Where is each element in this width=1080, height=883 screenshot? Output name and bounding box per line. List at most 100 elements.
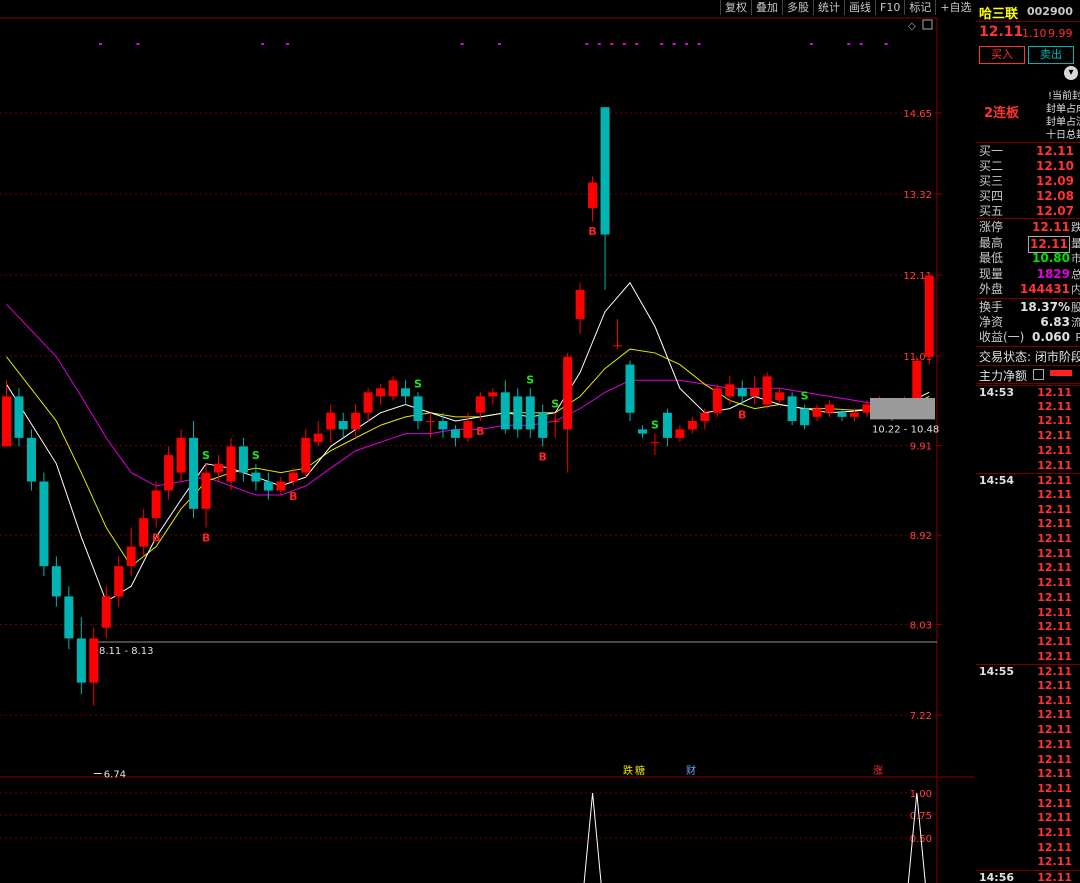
top-marker [597, 43, 601, 45]
tick-price: 12.11 [1037, 871, 1072, 883]
tick-row: 12.11 [976, 767, 1080, 782]
tick-price: 12.11 [1037, 546, 1072, 560]
quote-row: 现量 1829 总 [976, 267, 1080, 282]
candle-body [39, 481, 49, 567]
tick-time: 14:53 [979, 386, 1015, 399]
buy-button[interactable]: 买入 [979, 46, 1025, 64]
quote-row-value: 12.11 [1028, 235, 1070, 253]
tick-price: 12.11 [1037, 590, 1072, 604]
bid-row: 买一 12.11 [976, 144, 1080, 159]
candle-body [625, 364, 635, 413]
quote-row-label: 涨停 [979, 220, 1004, 234]
candle-body [662, 412, 672, 438]
indicator-axis-label: 1.00 [910, 789, 932, 800]
candle-body [238, 446, 248, 473]
tick-price: 12.11 [1037, 414, 1072, 428]
tick-row: 12.11 [976, 826, 1080, 841]
bid-row-label: 买三 [979, 174, 1004, 188]
sell-button[interactable]: 卖出 [1028, 46, 1074, 64]
tick-price: 12.11 [1037, 532, 1072, 545]
toolbar-button-5[interactable]: F10 [875, 0, 904, 15]
buy-signal: B [738, 409, 746, 422]
tick-row: 12.11 [976, 738, 1080, 753]
tick-time: 14:56 [979, 871, 1015, 883]
settings-icon[interactable] [1033, 369, 1044, 380]
candle-body [450, 429, 460, 438]
top-marker [660, 43, 664, 45]
tick-row: 14:53 12.11 [976, 385, 1080, 401]
tick-price: 12.11 [1037, 840, 1072, 854]
stat-row: 换手 18.37% 股 [976, 300, 1080, 315]
toolbar-button-4[interactable]: 画线 [844, 0, 875, 15]
diamond-icon: ◇ [908, 21, 916, 32]
top-marker [261, 43, 265, 45]
candle-body [376, 388, 386, 397]
candle-body [825, 404, 835, 413]
toolbar-button-1[interactable]: 叠加 [751, 0, 782, 15]
toolbar-button-3[interactable]: 统计 [813, 0, 844, 15]
tick-price: 12.11 [1037, 811, 1072, 825]
tick-row: 12.11 [976, 591, 1080, 606]
stat-row-value: 18.37% [1020, 300, 1070, 314]
price-axis-label: 9.91 [910, 442, 932, 453]
candle-body [26, 437, 36, 482]
tick-row: 12.11 [976, 679, 1080, 694]
toolbar-button-7[interactable]: +自选 [935, 0, 975, 15]
tick-price: 12.11 [1037, 443, 1072, 457]
kline-chart[interactable]: 14.6513.3212.1111.019.918.928.037.221.00… [0, 0, 975, 883]
tick-price: 12.11 [1037, 605, 1072, 619]
tick-price: 12.11 [1037, 649, 1072, 663]
chevron-down-icon[interactable]: ▾ [1064, 66, 1078, 80]
tick-row: 12.11 [976, 841, 1080, 856]
square-icon [922, 19, 933, 30]
top-marker [697, 43, 701, 45]
candle-body [101, 596, 111, 628]
candle-body [550, 421, 560, 423]
seal-line-3: 十日总封 [1046, 130, 1080, 141]
quote-row-suffix: 跌 [1071, 221, 1080, 234]
candle-body [725, 384, 735, 397]
candle-body [213, 463, 223, 473]
candle-body [812, 408, 822, 417]
candle-body [775, 392, 785, 401]
price-zone-label: 10.22 - 10.48 [872, 424, 939, 435]
tick-price: 12.11 [1037, 399, 1072, 413]
candle-body [463, 421, 473, 438]
candle-body [712, 388, 722, 413]
candle-body [563, 356, 573, 430]
candle-body [139, 518, 149, 547]
bid-row-label: 买五 [979, 204, 1004, 218]
event-label: 涨 [873, 765, 883, 777]
top-marker [136, 43, 140, 45]
tick-time: 14:55 [979, 665, 1015, 679]
candle-body [251, 472, 261, 482]
candle-body [64, 596, 74, 639]
bid-row-label: 买二 [979, 159, 1004, 173]
buy-signal: B [476, 425, 484, 438]
candle-body [588, 182, 598, 209]
price-change: 1.10 [1022, 27, 1047, 40]
sell-signal: S [252, 449, 260, 462]
candle-body [525, 396, 535, 430]
tick-row: 12.11 [976, 694, 1080, 709]
toolbar-button-2[interactable]: 多股 [782, 0, 813, 15]
tick-row: 12.11 [976, 503, 1080, 518]
tick-row: 12.11 [976, 782, 1080, 797]
candle-body [924, 275, 934, 357]
candle-body [849, 412, 859, 417]
candle-body [575, 289, 585, 319]
tick-row: 12.11 [976, 855, 1080, 870]
toolbar: 复权叠加多股统计画线F10标记+自选返回 [720, 0, 1007, 16]
tick-row: 12.11 [976, 488, 1080, 503]
top-marker [99, 43, 103, 45]
bid-row: 买二 12.10 [976, 159, 1080, 174]
toolbar-button-6[interactable]: 标记 [904, 0, 935, 15]
sell-signal: S [526, 373, 534, 386]
event-label: 跌 [623, 764, 633, 777]
candle-body [413, 396, 423, 422]
toolbar-button-0[interactable]: 复权 [720, 0, 751, 15]
tick-price: 12.11 [1037, 665, 1072, 679]
candle-body [313, 433, 323, 443]
price-axis-label: 8.03 [910, 621, 932, 632]
candle-body [475, 396, 485, 413]
